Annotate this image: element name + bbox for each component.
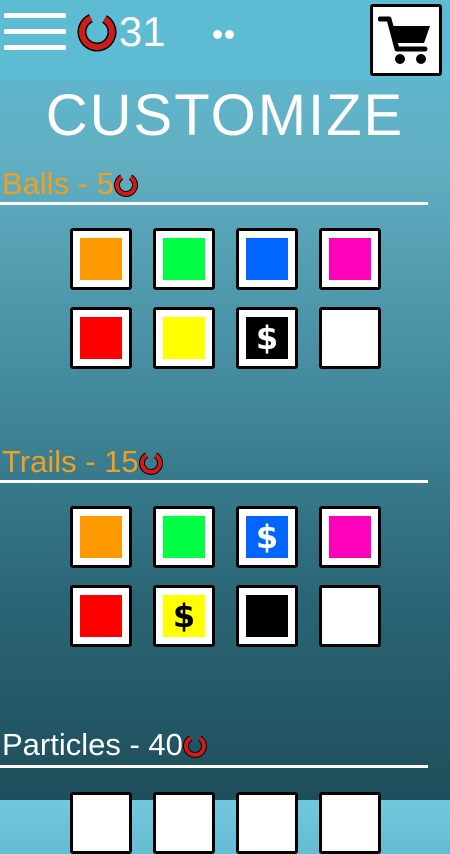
section-divider xyxy=(0,765,428,768)
color-swatch[interactable] xyxy=(153,228,215,290)
section-title: Trails - 15 xyxy=(2,443,139,479)
shop-cart-button[interactable] xyxy=(370,4,442,76)
dollar-icon: $ xyxy=(255,319,279,357)
section-header: Trails - 15 xyxy=(2,440,165,480)
color-swatch[interactable] xyxy=(153,307,215,369)
swatch-color xyxy=(246,238,288,280)
section-title: Particles - 40 xyxy=(2,726,183,762)
swatch-color xyxy=(329,516,371,558)
color-swatch[interactable] xyxy=(70,506,132,568)
coin-icon xyxy=(138,450,163,475)
swatch-color xyxy=(80,317,122,359)
section-divider xyxy=(0,480,428,483)
swatch-color xyxy=(329,595,371,637)
swatch-color xyxy=(80,595,122,637)
locked-color-swatch[interactable]: $ xyxy=(236,506,298,568)
color-swatch[interactable] xyxy=(70,792,132,854)
swatch-color xyxy=(80,238,122,280)
color-swatch[interactable] xyxy=(319,228,381,290)
top-bar: 31 xyxy=(0,0,450,80)
color-swatch[interactable] xyxy=(236,585,298,647)
swatch-color: $ xyxy=(163,595,205,637)
swatch-color xyxy=(329,317,371,359)
page-title: CUSTOMIZE xyxy=(45,83,405,148)
swatch-color xyxy=(163,516,205,558)
swatch-color xyxy=(329,238,371,280)
swatch-color xyxy=(163,317,205,359)
swatch-color xyxy=(80,516,122,558)
dollar-icon: $ xyxy=(255,518,279,556)
color-swatch[interactable] xyxy=(236,792,298,854)
swatch-color: $ xyxy=(246,317,288,359)
hamburger-menu-icon-bar xyxy=(4,29,66,34)
section-title: Balls - 5 xyxy=(2,165,114,201)
color-swatch[interactable] xyxy=(153,792,215,854)
coin-icon xyxy=(77,12,117,52)
color-swatch[interactable] xyxy=(70,228,132,290)
color-swatch[interactable] xyxy=(236,228,298,290)
coin-balance: 31 xyxy=(119,8,166,55)
dots-icon xyxy=(213,30,239,40)
shopping-cart-icon xyxy=(378,16,430,64)
color-swatch[interactable] xyxy=(70,307,132,369)
section-header: Balls - 5 xyxy=(2,162,140,202)
swatch-color xyxy=(163,238,205,280)
color-swatch[interactable] xyxy=(319,506,381,568)
dollar-icon: $ xyxy=(172,597,196,635)
section-divider xyxy=(0,202,428,205)
swatch-color: $ xyxy=(246,516,288,558)
color-swatch[interactable] xyxy=(319,792,381,854)
menu-button[interactable] xyxy=(4,11,68,53)
locked-color-swatch[interactable]: $ xyxy=(153,585,215,647)
hamburger-menu-icon-bar xyxy=(4,45,66,50)
section-header: Particles - 40 xyxy=(2,723,209,763)
color-swatch[interactable] xyxy=(153,506,215,568)
hamburger-menu-icon xyxy=(4,13,66,18)
color-swatch[interactable] xyxy=(319,585,381,647)
swatch-color xyxy=(246,595,288,637)
coin-icon xyxy=(113,172,138,197)
coin-icon xyxy=(182,733,207,758)
locked-color-swatch[interactable]: $ xyxy=(236,307,298,369)
color-swatch[interactable] xyxy=(70,585,132,647)
color-swatch[interactable] xyxy=(319,307,381,369)
